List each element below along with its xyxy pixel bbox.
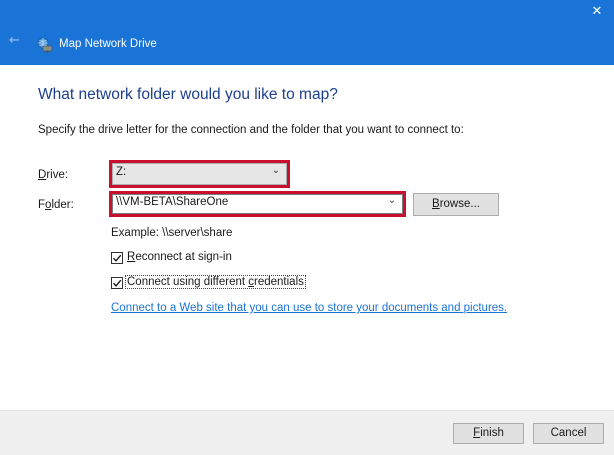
reconnect-label[interactable]: Reconnect at sign-in: [127, 251, 232, 263]
folder-label-text: lder:: [51, 199, 74, 211]
drive-dropdown-value: Z:: [116, 166, 127, 178]
dialog-heading: What network folder would you like to ma…: [38, 86, 338, 103]
example-text: Example: \\server\share: [111, 227, 233, 239]
drive-label-text: rive:: [46, 169, 69, 181]
dialog-footer: Finish Cancel: [0, 410, 614, 455]
title-bar: ✕ ← Map Network Drive: [0, 0, 614, 65]
credentials-label-text: redentials: [254, 276, 304, 288]
back-arrow-icon[interactable]: ←: [9, 34, 23, 48]
folder-combobox[interactable]: \\VM-BETA\ShareOne ⌄: [112, 194, 403, 214]
credentials-label-prefix: Connect using different: [127, 276, 249, 288]
chevron-down-icon[interactable]: ⌄: [385, 195, 399, 206]
drive-label: Drive:: [38, 169, 68, 181]
web-site-link[interactable]: Connect to a Web site that you can use t…: [111, 302, 507, 314]
chevron-down-icon: ⌄: [271, 165, 281, 176]
instructions-text: Specify the drive letter for the connect…: [38, 124, 464, 136]
folder-label-prefix: F: [38, 199, 46, 211]
folder-label: Folder:: [38, 199, 74, 211]
credentials-label[interactable]: Connect using different credentials: [125, 275, 306, 289]
cancel-button[interactable]: Cancel: [533, 423, 604, 444]
checkmark-icon: [112, 254, 122, 262]
close-icon[interactable]: ✕: [588, 3, 606, 21]
checkmark-icon: [112, 279, 122, 287]
network-drive-icon: [37, 37, 53, 53]
browse-button[interactable]: Browse...: [413, 193, 499, 216]
finish-label: inish: [480, 427, 504, 439]
reconnect-label-text: econnect at sign-in: [135, 251, 232, 263]
browse-label: rowse...: [439, 198, 480, 210]
drive-dropdown[interactable]: Z: ⌄: [112, 163, 287, 185]
browse-accelerator: B: [432, 198, 440, 210]
window-title: Map Network Drive: [59, 38, 157, 50]
finish-button[interactable]: Finish: [453, 423, 524, 444]
reconnect-checkbox[interactable]: [111, 252, 123, 264]
credentials-checkbox[interactable]: [111, 277, 123, 289]
folder-combobox-value: \\VM-BETA\ShareOne: [116, 196, 229, 208]
